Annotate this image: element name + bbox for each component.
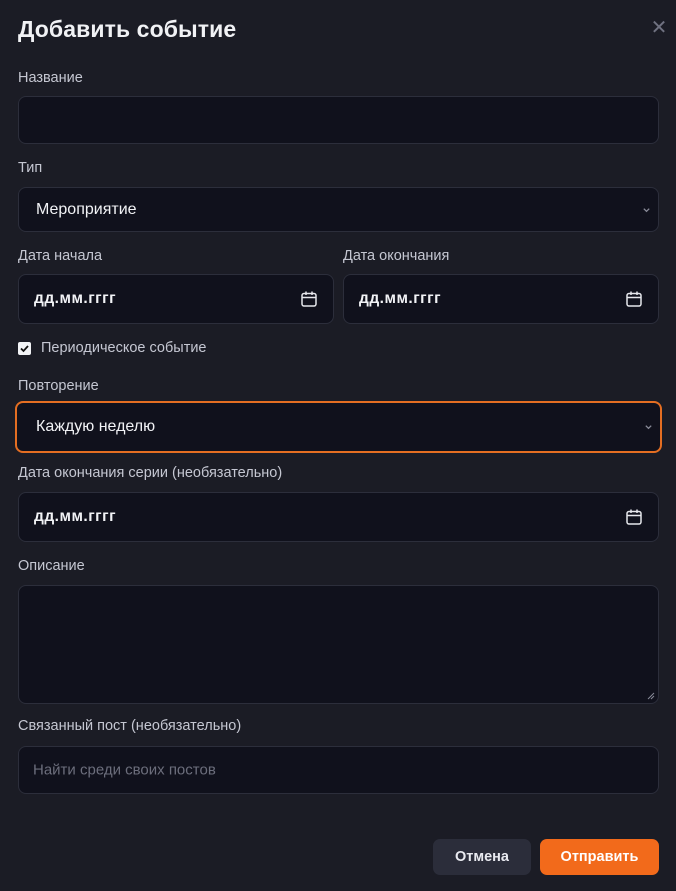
repeat-label: Повторение bbox=[18, 378, 99, 394]
chevron-down-icon bbox=[645, 425, 652, 430]
description-label: Описание bbox=[18, 558, 85, 574]
start-date-value: дд.мм.гггг bbox=[34, 290, 117, 307]
end-date-label: Дата окончания bbox=[343, 248, 450, 264]
series-end-value: дд.мм.гггг bbox=[34, 508, 117, 525]
type-label: Тип bbox=[18, 160, 43, 176]
checkmark-icon bbox=[20, 345, 29, 353]
end-date-input[interactable]: дд.мм.гггг bbox=[343, 274, 659, 324]
start-date-label: Дата начала bbox=[18, 248, 103, 264]
series-end-date-input[interactable]: дд.мм.гггг bbox=[18, 492, 659, 542]
linked-post-placeholder: Найти среди своих постов bbox=[33, 761, 216, 779]
dialog-title: Добавить событие bbox=[18, 16, 237, 42]
description-textarea[interactable] bbox=[18, 585, 659, 704]
name-input[interactable] bbox=[18, 96, 659, 144]
name-label: Название bbox=[18, 70, 83, 86]
close-icon[interactable]: ✕ bbox=[650, 18, 668, 38]
repeat-value: Каждую неделю bbox=[36, 418, 156, 435]
calendar-icon[interactable] bbox=[625, 508, 643, 526]
series-end-label: Дата окончания серии (необязательно) bbox=[18, 465, 283, 481]
recurring-checkbox[interactable] bbox=[18, 342, 31, 355]
calendar-icon[interactable] bbox=[625, 290, 643, 308]
chevron-down-icon bbox=[643, 207, 650, 212]
recurring-label[interactable]: Периодическое событие bbox=[41, 340, 207, 356]
add-event-dialog: Добавить событие ✕ Название Тип Мероприя… bbox=[0, 0, 676, 891]
resize-handle-icon[interactable] bbox=[647, 692, 655, 700]
submit-button[interactable]: Отправить bbox=[540, 839, 659, 875]
linked-post-search-input[interactable]: Найти среди своих постов bbox=[18, 746, 659, 794]
end-date-value: дд.мм.гггг bbox=[359, 290, 442, 307]
repeat-select[interactable]: Каждую неделю bbox=[15, 401, 662, 453]
calendar-icon[interactable] bbox=[300, 290, 318, 308]
type-select[interactable]: Мероприятие bbox=[18, 187, 659, 232]
linked-post-label: Связанный пост (необязательно) bbox=[18, 718, 242, 734]
type-value: Мероприятие bbox=[36, 200, 137, 218]
start-date-input[interactable]: дд.мм.гггг bbox=[18, 274, 334, 324]
cancel-button[interactable]: Отмена bbox=[433, 839, 531, 875]
